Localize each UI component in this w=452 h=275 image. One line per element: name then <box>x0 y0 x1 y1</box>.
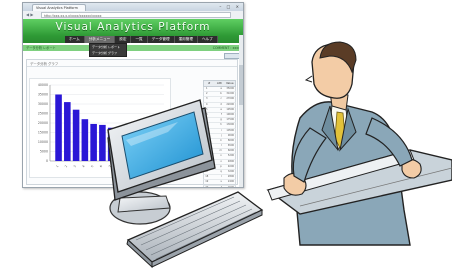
businessman-icon <box>266 41 452 246</box>
illustration-scene: Visual Analytics Platform – □ × ◀ ▶ http… <box>0 0 452 275</box>
menu-dropdown: データ分析 レポート データ分析 グラフ <box>89 43 127 57</box>
monitor-icon <box>107 99 216 225</box>
dropdown-item[interactable]: データ分析 グラフ <box>90 50 126 56</box>
computer-illustration <box>107 41 452 269</box>
